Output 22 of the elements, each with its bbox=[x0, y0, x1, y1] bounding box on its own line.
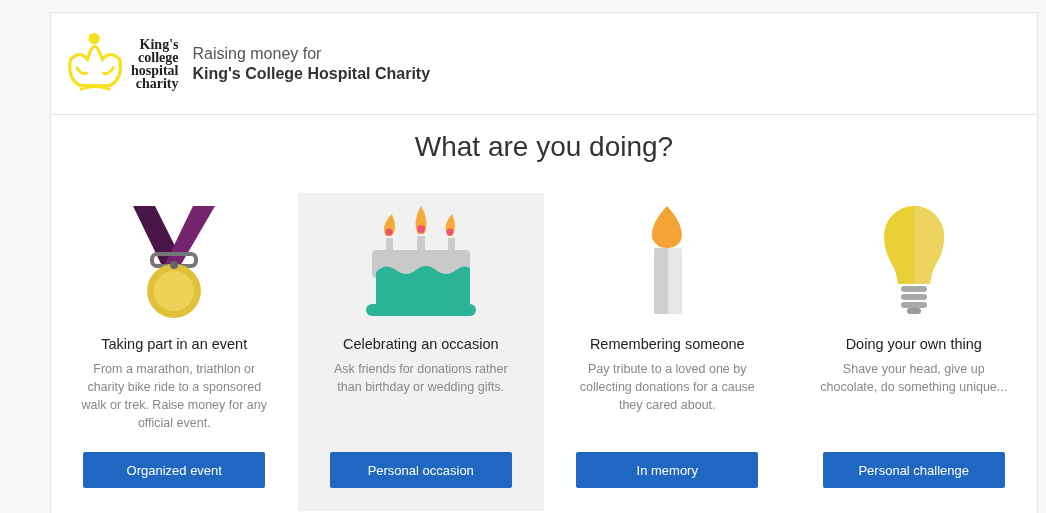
charity-name: King's College Hospital Charity bbox=[192, 64, 431, 83]
option-card[interactable]: Taking part in an event From a marathon, triathlon or charity bike ride to a sponsored walk or trek. Raise money for any official event. Organized event bbox=[51, 193, 298, 511]
logo-text: King's college hospital charity bbox=[131, 37, 179, 90]
card-description: From a marathon, triathlon or charity bike ride to a sponsored walk or trek. Raise money for any official event. bbox=[80, 361, 268, 432]
card-title: Doing your own thing bbox=[845, 336, 982, 352]
option-card[interactable]: Doing your own thing Shave your head, give up chocolate, do something unique... Personal challenge bbox=[790, 193, 1037, 511]
card-description: Shave your head, give up chocolate, do something unique... bbox=[819, 361, 1009, 396]
option-card[interactable]: Celebrating an occasion Ask friends for donations rather than birthday or wedding gifts. Personal occasion bbox=[297, 193, 544, 511]
option-button[interactable]: Organized event bbox=[83, 452, 266, 488]
card-title: Remembering someone bbox=[589, 336, 745, 352]
card-title: Taking part in an event bbox=[101, 336, 248, 352]
medal-icon bbox=[133, 206, 216, 318]
card-title: Celebrating an occasion bbox=[342, 336, 499, 352]
card-description: Pay tribute to a loved one by collecting donations for a cause they cared about. bbox=[578, 361, 756, 414]
card-description: Ask friends for donations rather than birthday or wedding gifts. bbox=[332, 361, 509, 396]
option-button[interactable]: Personal occasion bbox=[329, 452, 512, 488]
option-button[interactable]: In memory bbox=[576, 452, 759, 488]
page-heading: What are you doing? bbox=[413, 131, 675, 163]
birthday-cake-icon bbox=[365, 206, 476, 318]
raising-money-label: Raising money for bbox=[192, 44, 323, 63]
option-button[interactable]: Personal challenge bbox=[822, 452, 1005, 488]
option-card[interactable]: Remembering someone Pay tribute to a loved one by collecting donations for a cause they cared about. In memory bbox=[544, 193, 791, 511]
